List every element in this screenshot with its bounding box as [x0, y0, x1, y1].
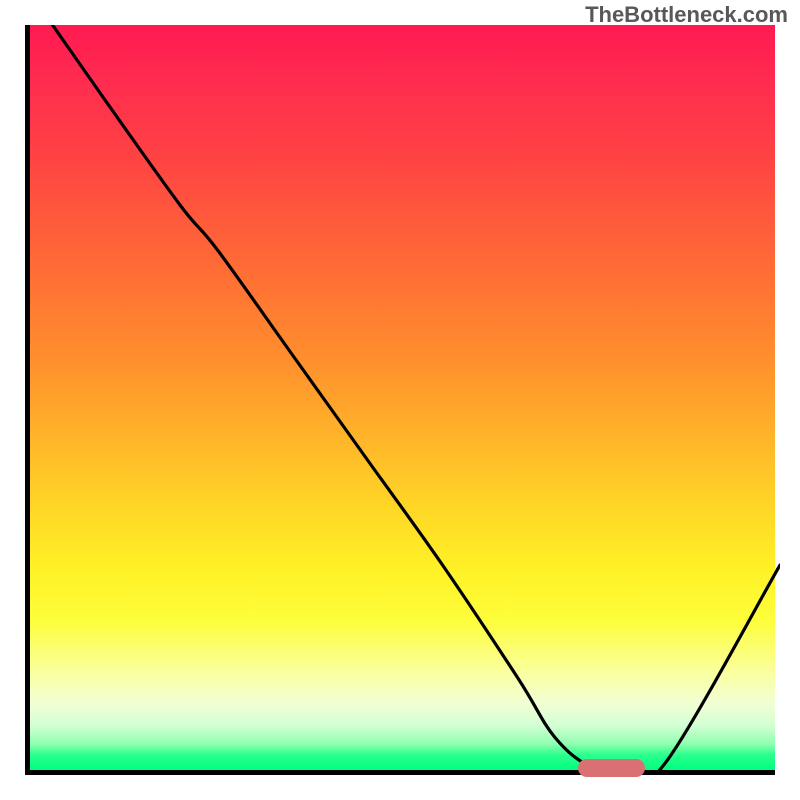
bottleneck-curve-path [53, 25, 781, 775]
curve-svg [30, 25, 780, 775]
optimal-range-marker [578, 759, 646, 777]
plot-area [25, 25, 775, 775]
bottleneck-chart: TheBottleneck.com [0, 0, 800, 800]
